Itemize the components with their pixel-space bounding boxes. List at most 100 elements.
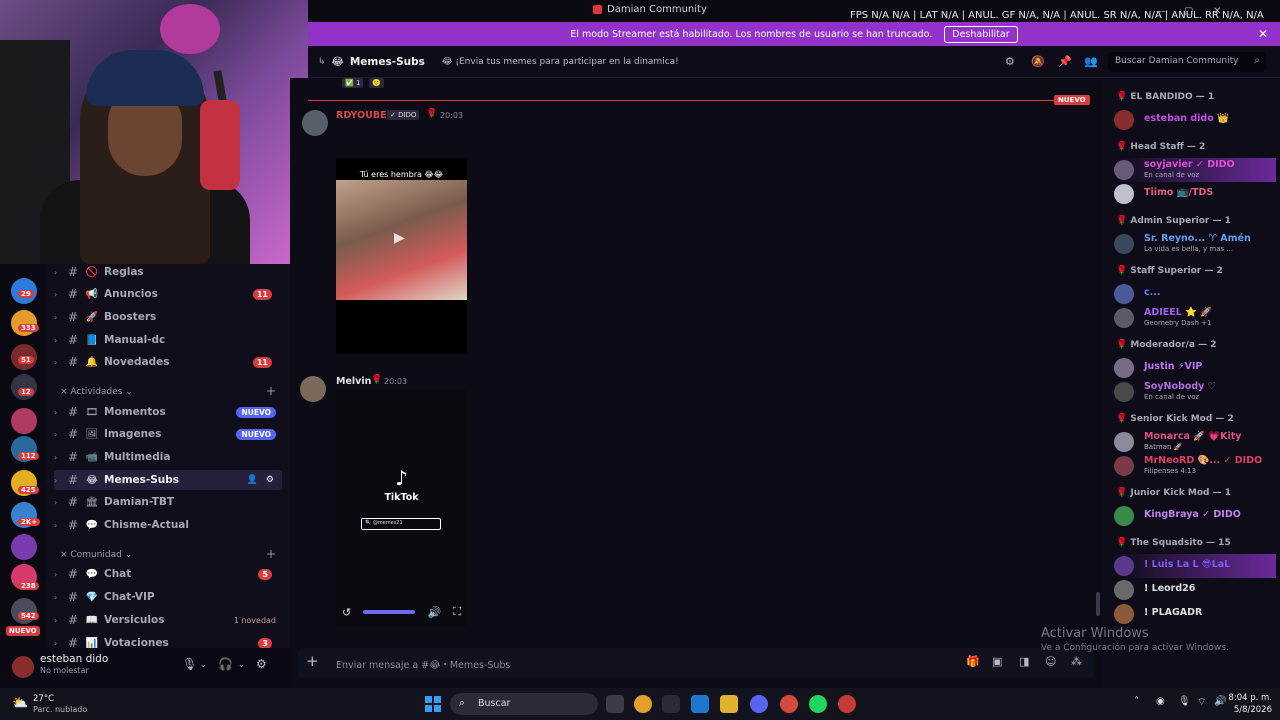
server-icon[interactable] [11, 310, 37, 336]
member-item[interactable]: SoyNobody ♡ En canal de voz [1114, 380, 1276, 404]
settings-gear-icon[interactable]: ⚙ [256, 657, 267, 671]
member-item[interactable]: MrNeoRD 🎨... ✓ DIDO Filipenses 4:13 [1114, 454, 1276, 478]
spotify-icon[interactable] [809, 695, 827, 713]
attach-plus-icon[interactable]: + [306, 652, 319, 670]
file-explorer-icon[interactable] [720, 695, 738, 713]
apps-icon[interactable]: ⁂ [1071, 655, 1082, 668]
reaction-smile[interactable]: 🙂 [369, 78, 385, 88]
reaction-check[interactable]: ✅ 1 [342, 78, 364, 88]
message-author[interactable]: Melvin [336, 376, 371, 387]
member-item[interactable]: c... [1114, 282, 1276, 306]
member-list-icon[interactable]: 👥 [1084, 55, 1098, 68]
message-composer[interactable]: + Enviar mensaje a #😂・Memes-Subs 🎁 ▣ ◨ ☺… [298, 648, 1094, 678]
role-header: 🌹 Junior Kick Mod — 1 [1116, 488, 1231, 498]
server-icon[interactable] [11, 374, 37, 400]
message-avatar[interactable] [300, 376, 326, 402]
replay-icon[interactable]: ↺ [342, 606, 351, 619]
clock-date[interactable]: 5/8/2026 [1234, 705, 1272, 715]
fullscreen-icon[interactable]: ⛶ [453, 605, 461, 619]
video-attachment[interactable]: Tú eres hembra 😂😂 ▶ [336, 158, 467, 354]
play-icon[interactable]: ▶ [394, 230, 405, 246]
search-input[interactable]: Buscar Damian Community ⌕ [1108, 52, 1266, 72]
channel-settings-icon[interactable]: ⚙ [266, 475, 274, 485]
start-button[interactable] [425, 696, 441, 712]
member-item[interactable]: Justin ⚡VIP [1114, 356, 1276, 380]
member-item[interactable]: soyjavier ✓ DIDO En canal de voz [1114, 158, 1276, 182]
message-input[interactable]: Enviar mensaje a #😂・Memes-Subs [336, 657, 510, 671]
add-channel-actividades-icon[interactable]: + [266, 384, 276, 398]
volume-tray-icon[interactable]: 🔊 [1214, 696, 1226, 707]
tray-chevron-icon[interactable]: ˄ [1134, 696, 1139, 707]
pinned-icon[interactable]: 📌 [1058, 55, 1072, 68]
member-item[interactable]: KingBraya ✓ DIDO [1114, 504, 1276, 528]
channel-item[interactable]: › # 🎞 Momentos NUEVO [54, 402, 282, 422]
server-icon[interactable] [11, 534, 37, 560]
disable-streamer-button[interactable]: Deshabilitar [944, 25, 1018, 43]
channel-item[interactable]: › # 💬 Chisme-Actual [54, 515, 282, 535]
tray-app-icon[interactable]: ◉ [1156, 696, 1165, 707]
member-item[interactable]: Monarca 🚀 💗Kity Batman 🚀 [1114, 430, 1276, 454]
header-topic[interactable]: 😂 ¡Envia tus memes para participar en la… [442, 57, 679, 67]
taskbar-search[interactable]: ⌕ Buscar [450, 693, 598, 715]
member-item[interactable]: Tiimo 📺/TDS [1114, 182, 1276, 206]
member-item[interactable]: Sr. Reyno... ♈ Amén La vida es bella, y m… [1114, 232, 1276, 256]
mic-dropdown-icon[interactable]: ⌄ [200, 660, 207, 669]
headphones-icon[interactable]: 🎧 [218, 657, 233, 671]
category-actividades[interactable]: ⨯ Actividades ⌄ [60, 387, 133, 397]
notifications-muted-icon[interactable]: 🔕 [1031, 55, 1045, 68]
obs-icon[interactable] [838, 695, 856, 713]
server-icon[interactable] [11, 408, 37, 434]
channel-item[interactable]: › # 💬 Chat 5 [54, 564, 282, 584]
sticker-icon[interactable]: ◨ [1019, 655, 1029, 668]
channel-item[interactable]: › # 🔔 Novedades 11 [54, 352, 282, 372]
microphone-icon[interactable]: 🎙 [182, 657, 197, 671]
member-item[interactable]: ! Leord26 [1114, 578, 1276, 602]
store-icon[interactable] [691, 695, 709, 713]
video-progress-bar[interactable] [363, 610, 416, 614]
close-window-button[interactable]: ✕ [1213, 6, 1221, 17]
channel-item[interactable]: › # 📖 Versiculos 1 novedad [54, 610, 282, 630]
tiktok-video-attachment[interactable]: ♪ TikTok 🔍 @memes21 ↺ 🔊 ⛶ [336, 390, 467, 626]
gift-icon[interactable]: 🎁 [966, 655, 980, 668]
task-view-icon[interactable] [606, 695, 624, 713]
member-item[interactable]: esteban dido 👑 [1114, 108, 1276, 132]
clock-time[interactable]: 8:04 p. m. [1228, 693, 1272, 703]
maximize-button[interactable]: ▢ [1184, 6, 1193, 17]
user-avatar[interactable] [12, 656, 34, 678]
channel-item[interactable]: › # 📹 Multimedia [54, 447, 282, 467]
channel-item[interactable]: › # 📊 Votaciones 3 [54, 633, 282, 648]
minimize-button[interactable]: — [1156, 6, 1166, 17]
tray-mic-icon[interactable]: 🎙 [1178, 696, 1191, 707]
add-channel-comunidad-icon[interactable]: + [266, 547, 276, 561]
member-item[interactable]: ! Luis La L 😎LaL [1114, 554, 1276, 578]
member-item[interactable]: ! PLAGADR [1114, 602, 1276, 626]
channel-item[interactable]: › # 🖼 Imagenes NUEVO [54, 424, 282, 444]
headphones-dropdown-icon[interactable]: ⌄ [238, 660, 245, 669]
gif-icon[interactable]: ▣ [992, 655, 1002, 668]
channel-hash-icon: # [68, 355, 79, 369]
channel-item[interactable]: › # 📘 Manual-dc [54, 330, 282, 350]
channel-item[interactable]: › # 🚫 Reglas [54, 264, 282, 282]
volume-icon[interactable]: 🔊 [427, 606, 441, 619]
weather-icon[interactable]: ⛅ [12, 696, 28, 711]
banner-close-icon[interactable]: ✕ [1258, 27, 1268, 41]
message-author[interactable]: RDYOUBE [336, 110, 387, 121]
invite-icon[interactable]: 👤 [247, 475, 258, 485]
browser-icon[interactable] [780, 695, 798, 713]
app-icon[interactable] [662, 695, 680, 713]
channel-item[interactable]: › # 🚀 Boosters [54, 307, 282, 327]
message-avatar[interactable] [302, 110, 328, 136]
channel-item[interactable]: › # 📢 Anuncios 11 [54, 284, 282, 304]
threads-icon[interactable]: ⚙ [1005, 55, 1015, 68]
channel-item[interactable]: › # 🏛 Damian-TBT [54, 492, 282, 512]
emoji-icon[interactable]: ☺ [1045, 655, 1056, 668]
server-icon[interactable] [11, 598, 37, 624]
chat-scrollbar[interactable] [1096, 592, 1100, 616]
discord-icon[interactable] [750, 695, 768, 713]
member-item[interactable]: ADIEEL ⭐ 🚀 Geometry Dash +1 [1114, 306, 1276, 330]
chrome-icon[interactable] [634, 695, 652, 713]
wifi-icon[interactable]: ⌔ [1197, 696, 1206, 709]
channel-item[interactable]: › # 😂 Memes-Subs 👤 ⚙ [54, 470, 282, 490]
channel-item[interactable]: › # 💎 Chat-VIP [54, 587, 282, 607]
category-comunidad[interactable]: ⨯ Comunidad ⌄ [60, 550, 132, 560]
